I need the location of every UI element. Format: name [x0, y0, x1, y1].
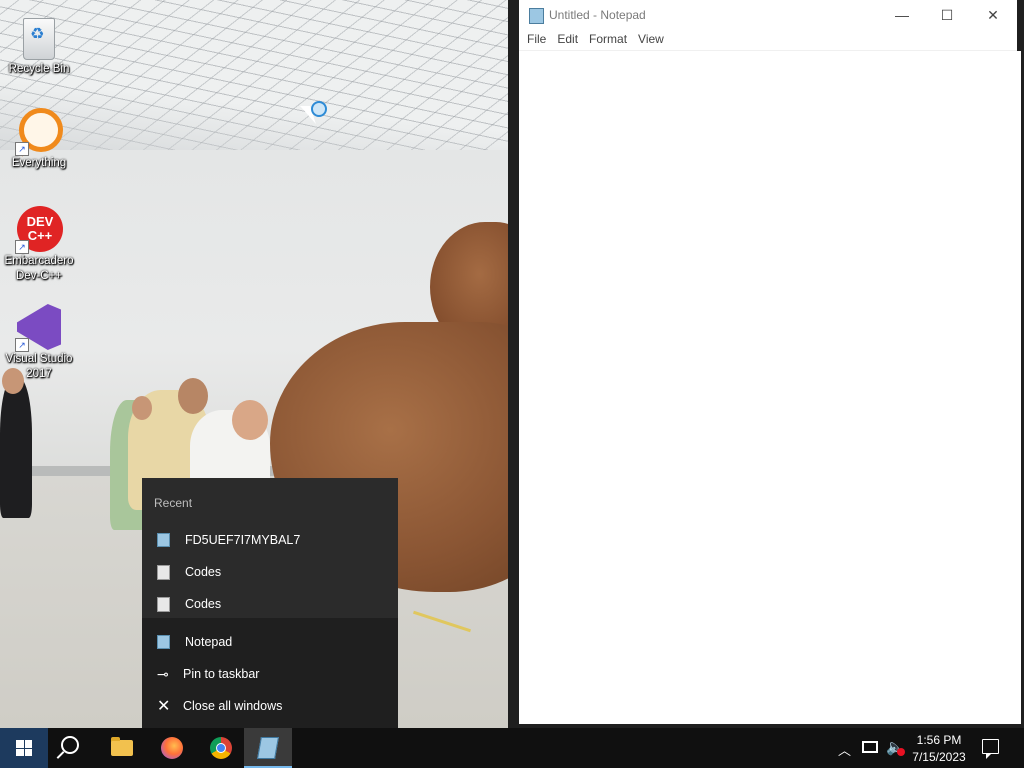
notepad-icon [157, 635, 170, 649]
action-center-icon[interactable] [982, 739, 999, 759]
maximize-button[interactable]: ☐ [924, 0, 970, 30]
desktop-icon-recycle-bin[interactable]: Recycle Bin [2, 14, 76, 77]
start-button[interactable] [0, 728, 48, 768]
jump-list-item-label: Pin to taskbar [183, 667, 260, 681]
windows-logo-icon [16, 740, 32, 756]
document-icon [157, 564, 170, 580]
jump-list-item-label: Close all windows [183, 699, 283, 713]
search-icon [61, 736, 79, 754]
everything-search-icon: ↗ [15, 108, 63, 157]
jump-list-recent-item[interactable]: Codes [142, 588, 398, 620]
desktop-icon-everything[interactable]: ↗ Everything [2, 108, 76, 171]
jump-list-item-label: Codes [185, 565, 222, 579]
notepad-icon [257, 737, 279, 759]
jump-list-header: Recent [154, 496, 193, 510]
taskbar-clock-date[interactable]: 7/15/2023 [906, 750, 972, 764]
busy-indicator-icon [311, 101, 327, 117]
network-icon[interactable] [862, 741, 878, 753]
desktop-icon-label: Everything [11, 157, 67, 169]
jump-list-item-label: Notepad [185, 635, 233, 649]
dev-cpp-icon: DEV C++ ↗ [15, 206, 63, 254]
menu-file[interactable]: File [527, 30, 555, 50]
shortcut-arrow-icon: ↗ [15, 240, 29, 254]
desktop-icon-label: Visual Studio 2017 [5, 353, 73, 380]
notepad-titlebar[interactable]: Untitled - Notepad — ☐ ✕ [519, 0, 1017, 30]
show-hidden-icons-chevron-icon[interactable]: ︿ [838, 740, 851, 759]
folder-icon [111, 737, 133, 756]
search-button[interactable] [48, 728, 96, 768]
wallpaper-person-head [132, 396, 152, 420]
menu-view[interactable]: View [638, 30, 673, 50]
notepad-window[interactable]: Untitled - Notepad — ☐ ✕ File Edit Forma… [519, 0, 1021, 724]
taskbar-file-explorer[interactable] [98, 728, 146, 768]
taskbar-clock-time[interactable]: 1:56 PM [906, 733, 972, 747]
shortcut-arrow-icon: ↗ [15, 142, 29, 156]
wallpaper-person [0, 378, 32, 518]
jump-list-close-all-windows[interactable]: ✕ Close all windows [142, 690, 398, 722]
taskbar-firefox[interactable] [148, 728, 196, 768]
wallpaper-person-head [178, 378, 208, 414]
menu-format[interactable]: Format [589, 30, 636, 50]
visual-studio-icon: ↗ [15, 304, 61, 352]
menu-edit[interactable]: Edit [557, 30, 587, 50]
volume-muted-badge-icon [897, 748, 905, 756]
notepad-app-icon [529, 8, 544, 24]
jump-list-open-notepad[interactable]: Notepad [142, 626, 398, 658]
notepad-file-icon [157, 533, 170, 547]
jump-list-recent-item[interactable]: Codes [142, 556, 398, 588]
close-icon: ✕ [157, 697, 171, 715]
wallpaper-person-head [232, 400, 268, 440]
desktop-icon-visual-studio[interactable]: ↗ Visual Studio 2017 [2, 304, 76, 382]
jump-list-item-label: Codes [185, 597, 222, 611]
notepad-menubar: File Edit Format View [519, 30, 1017, 51]
window-title: Untitled - Notepad [549, 8, 646, 22]
close-button[interactable]: ✕ [970, 0, 1016, 30]
document-icon [157, 596, 170, 612]
taskbar-jump-list: Recent FD5UEF7I7MYBAL7 Codes Codes Notep… [142, 478, 398, 728]
jump-list-recent-item[interactable]: FD5UEF7I7MYBAL7 [142, 524, 398, 556]
firefox-icon [161, 737, 183, 759]
minimize-button[interactable]: — [879, 0, 925, 30]
shortcut-arrow-icon: ↗ [15, 338, 29, 352]
chrome-icon [210, 737, 232, 759]
taskbar-notepad[interactable] [244, 728, 292, 768]
notepad-text-area[interactable] [519, 51, 1021, 724]
jump-list-tasks: Notepad ⊸ Pin to taskbar ✕ Close all win… [142, 618, 398, 728]
jump-list-item-label: FD5UEF7I7MYBAL7 [185, 533, 301, 547]
desktop-icon-label: Embarcadero Dev-C++ [4, 255, 74, 282]
recycle-bin-icon [17, 14, 61, 60]
pin-icon: ⊸ [157, 665, 169, 682]
desktop-icon-label: Recycle Bin [8, 63, 70, 75]
jump-list-pin-to-taskbar[interactable]: ⊸ Pin to taskbar [142, 658, 398, 690]
desktop-icon-dev-cpp[interactable]: DEV C++ ↗ Embarcadero Dev-C++ [2, 206, 76, 284]
taskbar-chrome[interactable] [197, 728, 245, 768]
